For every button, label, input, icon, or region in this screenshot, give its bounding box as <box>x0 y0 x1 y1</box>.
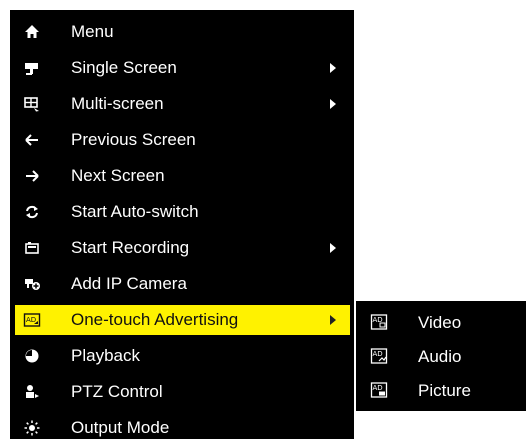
menu-item-ptz-control[interactable]: PTZ Control <box>15 377 350 407</box>
ad-picture-icon: AD <box>370 381 388 399</box>
menu-item-label: Start Auto-switch <box>71 202 199 221</box>
submenu-arrow-icon <box>330 99 336 109</box>
menu-item-label: Next Screen <box>71 166 165 185</box>
arrow-right-icon <box>23 167 41 185</box>
submenu-item-picture[interactable]: AD Picture <box>356 374 526 407</box>
menu-item-label: Single Screen <box>71 58 177 77</box>
submenu-item-label: Audio <box>418 347 462 366</box>
svg-text:AD: AD <box>26 316 36 324</box>
auto-switch-icon <box>23 203 41 221</box>
submenu-item-audio[interactable]: AD Audio <box>356 340 526 373</box>
submenu-arrow-icon <box>330 315 336 325</box>
svg-text:AD: AD <box>373 350 383 358</box>
menu-item-menu[interactable]: Menu <box>15 17 350 47</box>
menu-item-label: Menu <box>71 22 114 41</box>
record-icon <box>23 239 41 257</box>
submenu-item-label: Picture <box>418 381 471 400</box>
ptz-icon <box>23 383 41 401</box>
menu-item-start-recording[interactable]: Start Recording <box>15 233 350 263</box>
arrow-left-icon <box>23 131 41 149</box>
svg-text:AD: AD <box>373 384 383 392</box>
home-icon <box>23 23 41 41</box>
menu-item-label: Add IP Camera <box>71 274 187 293</box>
output-mode-icon <box>23 419 41 437</box>
menu-item-start-auto-switch[interactable]: Start Auto-switch <box>15 197 350 227</box>
menu-item-label: Output Mode <box>71 418 170 437</box>
menu-item-multi-screen[interactable]: Multi-screen <box>15 89 350 119</box>
multi-screen-icon <box>23 95 41 113</box>
menu-item-label: One-touch Advertising <box>71 310 239 329</box>
menu-item-label: Previous Screen <box>71 130 196 149</box>
menu-item-next-screen[interactable]: Next Screen <box>15 161 350 191</box>
add-camera-icon <box>23 275 41 293</box>
submenu-item-label: Video <box>418 313 462 332</box>
submenu-item-video[interactable]: AD Video <box>356 306 526 339</box>
camera-icon <box>23 59 41 77</box>
submenu-arrow-icon <box>330 243 336 253</box>
ad-video-icon: AD <box>370 313 388 331</box>
menu-item-one-touch-advertising[interactable]: AD One-touch Advertising <box>15 305 350 335</box>
advertising-icon: AD <box>23 311 41 329</box>
advertising-submenu: AD Video AD Audio AD Picture <box>356 301 526 411</box>
menu-item-label: Playback <box>71 346 140 365</box>
menu-item-previous-screen[interactable]: Previous Screen <box>15 125 350 155</box>
menu-item-single-screen[interactable]: Single Screen <box>15 53 350 83</box>
menu-item-label: Start Recording <box>71 238 190 257</box>
submenu-arrow-icon <box>330 63 336 73</box>
playback-icon <box>23 347 41 365</box>
menu-item-label: Multi-screen <box>71 94 164 113</box>
menu-item-playback[interactable]: Playback <box>15 341 350 371</box>
context-menu: Menu Single Screen Multi-screen Previous… <box>10 10 354 439</box>
menu-item-label: PTZ Control <box>71 382 163 401</box>
ad-audio-icon: AD <box>370 347 388 365</box>
menu-item-add-ip-camera[interactable]: Add IP Camera <box>15 269 350 299</box>
